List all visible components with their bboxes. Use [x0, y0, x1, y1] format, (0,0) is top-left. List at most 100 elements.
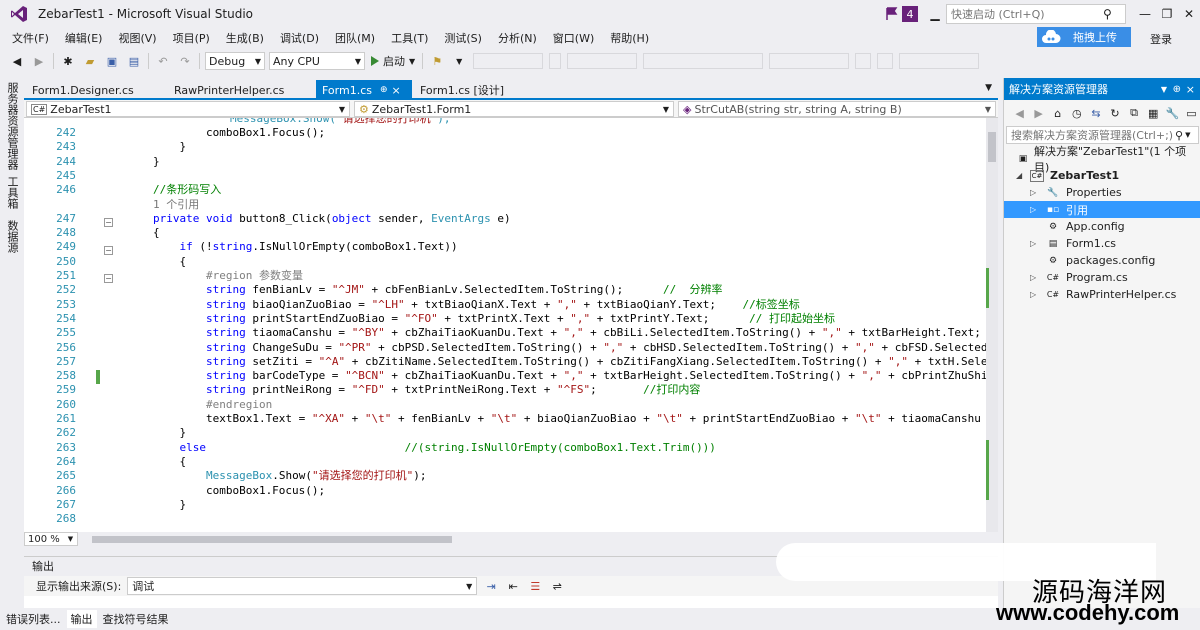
restore-button[interactable]: ❐ — [1156, 3, 1178, 25]
close-button[interactable]: ✕ — [1178, 3, 1200, 25]
tab-form1-designer[interactable]: Form1.Designer.cs — [26, 80, 166, 100]
menu-test[interactable]: 测试(S) — [436, 30, 490, 46]
tree-item-project[interactable]: ◢ C# ZebarTest1 — [1004, 167, 1200, 184]
collapse-all-icon[interactable]: ⧉ — [1127, 105, 1142, 121]
sync-icon[interactable]: ⇆ — [1088, 105, 1103, 121]
word-wrap-icon[interactable]: ⇌ — [549, 578, 565, 594]
expanded-arrow-icon[interactable]: ◢ — [1016, 171, 1022, 180]
show-all-files-icon[interactable]: ▦ — [1146, 105, 1161, 121]
menu-help[interactable]: 帮助(H) — [602, 30, 657, 46]
home-icon[interactable]: ⌂ — [1050, 105, 1065, 121]
tree-item-form1[interactable]: ▷ ▤ Form1.cs — [1004, 235, 1200, 252]
notification-badge[interactable]: 4 — [902, 6, 918, 22]
menu-view[interactable]: 视图(V) — [110, 30, 164, 46]
collapsed-arrow-icon[interactable]: ▷ — [1030, 239, 1036, 248]
properties-icon[interactable]: 🔧 — [1165, 105, 1180, 121]
editor-horizontal-scrollbar[interactable] — [92, 536, 452, 543]
tree-item-program[interactable]: ▷ C# Program.cs — [1004, 269, 1200, 286]
menu-build[interactable]: 生成(B) — [218, 30, 272, 46]
clear-all-icon[interactable]: ☰ — [527, 578, 543, 594]
scrollbar-thumb[interactable] — [988, 132, 996, 162]
collapse-icon[interactable]: − — [104, 274, 113, 283]
collapse-icon[interactable]: − — [104, 218, 113, 227]
chevron-down-icon[interactable]: ▼ — [1185, 131, 1190, 139]
forward-icon[interactable]: ▶ — [31, 53, 47, 69]
redo-icon[interactable]: ↷ — [177, 53, 193, 69]
collapsed-arrow-icon[interactable]: ▷ — [1030, 290, 1036, 299]
search-icon[interactable]: ⚲ — [1103, 7, 1112, 21]
minimize-button[interactable]: — — [1134, 3, 1156, 25]
open-file-icon[interactable]: ▰ — [82, 53, 98, 69]
menu-tools[interactable]: 工具(T) — [383, 30, 436, 46]
line-number: 268 — [56, 512, 76, 525]
solution-configuration-select[interactable]: Debug ▼ — [205, 52, 265, 70]
menu-analyze[interactable]: 分析(N) — [490, 30, 545, 46]
new-project-icon[interactable]: ✱ — [60, 53, 76, 69]
solution-search-input[interactable] — [1007, 128, 1175, 142]
preview-icon[interactable]: ▭ — [1184, 105, 1199, 121]
tab-find-symbol-results[interactable]: 查找符号结果 — [99, 610, 173, 628]
quick-launch-box[interactable]: ⚲ — [946, 4, 1126, 24]
tree-item-solution[interactable]: ▣ 解决方案"ZebarTest1"(1 个项目) — [1004, 145, 1200, 174]
class-dropdown[interactable]: ⚙ ZebarTest1.Form1 ▼ — [354, 101, 674, 117]
tab-overflow-icon[interactable]: ▼ — [985, 83, 992, 93]
solution-search-box[interactable]: ⚲ ▼ — [1006, 126, 1199, 144]
tab-form1-design[interactable]: Form1.cs [设计] — [414, 80, 524, 100]
tree-item-app-config[interactable]: ⚙ App.config — [1004, 218, 1200, 235]
undo-icon[interactable]: ↶ — [155, 53, 171, 69]
feedback-flag-icon[interactable] — [886, 7, 898, 21]
menu-project[interactable]: 项目(P) — [165, 30, 218, 46]
find-dropdown-icon[interactable]: ▼ — [451, 53, 467, 69]
output-source-select[interactable]: 调试 ▼ — [127, 577, 478, 595]
collapse-icon[interactable]: − — [104, 246, 113, 255]
server-explorer-tab[interactable]: 服务器资源管理器 — [4, 82, 20, 170]
forward-icon[interactable]: ▶ — [1031, 105, 1046, 121]
collapsed-arrow-icon[interactable]: ▷ — [1030, 205, 1036, 214]
toolbox-tab[interactable]: 工具箱 — [4, 176, 20, 209]
refresh-icon[interactable]: ↻ — [1107, 105, 1122, 121]
quick-launch-input[interactable] — [947, 7, 1103, 21]
collapsed-arrow-icon[interactable]: ▷ — [1030, 188, 1036, 197]
tree-item-rawprinterhelper[interactable]: ▷ C# RawPrinterHelper.cs — [1004, 286, 1200, 303]
close-icon[interactable]: × — [392, 84, 401, 97]
editor-vertical-scrollbar[interactable] — [986, 118, 998, 532]
find-message-icon[interactable]: ⇥ — [483, 578, 499, 594]
menu-file[interactable]: 文件(F) — [4, 30, 57, 46]
tab-error-list[interactable]: 错误列表... — [2, 610, 65, 628]
menu-window[interactable]: 窗口(W) — [545, 30, 602, 46]
login-link[interactable]: 登录 — [1150, 31, 1172, 47]
menu-team[interactable]: 团队(M) — [327, 30, 383, 46]
tab-rawprinterhelper[interactable]: RawPrinterHelper.cs — [168, 80, 314, 100]
collapsed-arrow-icon[interactable]: ▷ — [1030, 273, 1036, 282]
back-icon[interactable]: ◀ — [1012, 105, 1027, 121]
search-icon[interactable]: ⚲ — [1175, 129, 1183, 142]
tab-output[interactable]: 输出 — [66, 610, 97, 628]
find-icon[interactable]: ⚑ — [429, 53, 445, 69]
drag-upload-button[interactable]: 拖拽上传 — [1037, 27, 1131, 47]
output-text-area[interactable] — [24, 596, 998, 608]
start-debugging-button[interactable]: 启动 ▼ — [371, 53, 415, 69]
code-editor[interactable]: MessageBox.Show("请选择您的打印机"); 242 comboBo… — [24, 118, 986, 532]
pin-icon[interactable]: ⊕ — [380, 85, 388, 95]
minimize-icon[interactable]: ▁ — [924, 3, 946, 25]
project-dropdown[interactable]: C# ZebarTest1 ▼ — [26, 101, 350, 117]
save-all-icon[interactable]: ▤ — [126, 53, 142, 69]
tree-item-packages-config[interactable]: ⚙ packages.config — [1004, 252, 1200, 269]
dropdown-icon[interactable]: ▼ — [1161, 85, 1167, 94]
member-dropdown[interactable]: ◈ StrCutAB(string str, string A, string … — [678, 101, 996, 117]
menu-edit[interactable]: 编辑(E) — [57, 30, 111, 46]
tab-form1-cs[interactable]: Form1.cs ⊕ × — [316, 80, 412, 100]
solution-platform-select[interactable]: Any CPU ▼ — [269, 52, 365, 70]
zoom-dropdown[interactable]: 100 % ▼ — [24, 532, 78, 546]
code-line: 1 个引用 — [100, 198, 200, 211]
close-icon[interactable]: × — [1186, 83, 1195, 96]
save-icon[interactable]: ▣ — [104, 53, 120, 69]
tree-item-properties[interactable]: ▷ 🔧 Properties — [1004, 184, 1200, 201]
goto-prev-icon[interactable]: ⇤ — [505, 578, 521, 594]
back-icon[interactable]: ◀ — [9, 53, 25, 69]
menu-debug[interactable]: 调试(D) — [272, 30, 327, 46]
pin-icon[interactable]: ⊕ — [1173, 84, 1181, 95]
history-icon[interactable]: ◷ — [1069, 105, 1084, 121]
tree-item-references[interactable]: ▷ ▪▫ 引用 — [1004, 201, 1200, 218]
data-sources-tab[interactable]: 数据源 — [4, 220, 20, 253]
